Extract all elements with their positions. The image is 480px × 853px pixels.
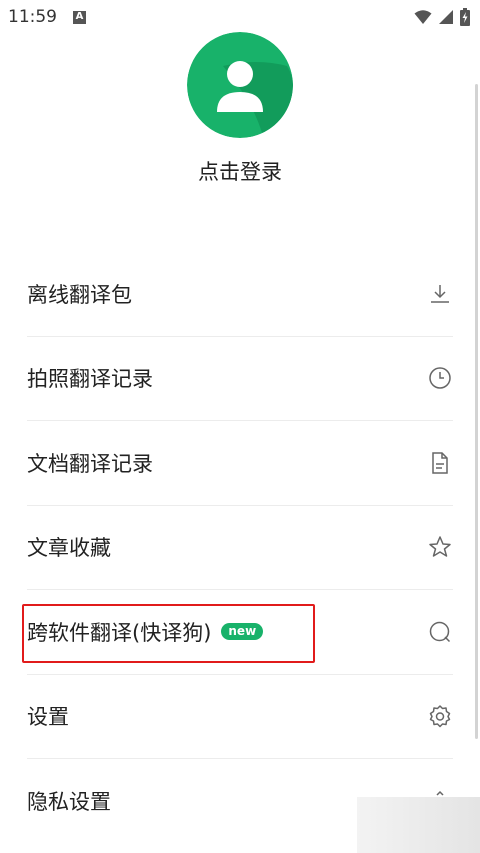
star-icon <box>427 534 453 560</box>
status-time: 11:59 <box>8 7 57 27</box>
menu-item-label: 文档翻译记录 <box>27 451 153 476</box>
profile-section[interactable]: 点击登录 <box>0 32 480 186</box>
login-button[interactable]: 点击登录 <box>198 156 282 186</box>
status-bar: 11:59 A <box>0 0 480 34</box>
new-badge: new <box>221 623 264 641</box>
menu-item-photo-history[interactable]: 拍照翻译记录 <box>27 337 453 421</box>
clock-icon <box>427 365 453 391</box>
menu-item-label: 跨软件翻译(快译狗) <box>27 620 212 645</box>
menu-item-document-history[interactable]: 文档翻译记录 <box>27 421 453 506</box>
menu-item-label: 隐私设置 <box>27 790 111 815</box>
signal-icon <box>439 10 453 24</box>
menu-item-article-favorites[interactable]: 文章收藏 <box>27 506 453 590</box>
menu-item-label: 离线翻译包 <box>27 282 132 307</box>
menu-item-label: 文章收藏 <box>27 536 111 561</box>
avatar[interactable] <box>187 32 293 138</box>
menu-item-offline-pack[interactable]: 离线翻译包 <box>27 252 453 337</box>
corner-overlay <box>357 797 480 853</box>
battery-icon <box>460 8 470 26</box>
wifi-icon <box>414 10 432 24</box>
status-icons <box>414 8 470 26</box>
menu-item-label: 拍照翻译记录 <box>27 367 153 392</box>
menu-list: 离线翻译包 拍照翻译记录 文档翻译记录 文章收藏 跨软件翻译(快译狗) new … <box>27 252 453 844</box>
notification-a-icon: A <box>73 10 86 24</box>
menu-item-label: 设置 <box>27 705 69 730</box>
menu-item-label-wrap: 跨软件翻译(快译狗) new <box>27 617 264 647</box>
document-icon <box>427 450 453 476</box>
gear-icon <box>427 703 453 729</box>
menu-item-cross-app-translate[interactable]: 跨软件翻译(快译狗) new <box>27 590 453 675</box>
search-bubble-icon <box>427 619 453 645</box>
download-icon <box>427 281 453 307</box>
menu-item-settings[interactable]: 设置 <box>27 675 453 759</box>
user-avatar-icon <box>187 32 293 138</box>
